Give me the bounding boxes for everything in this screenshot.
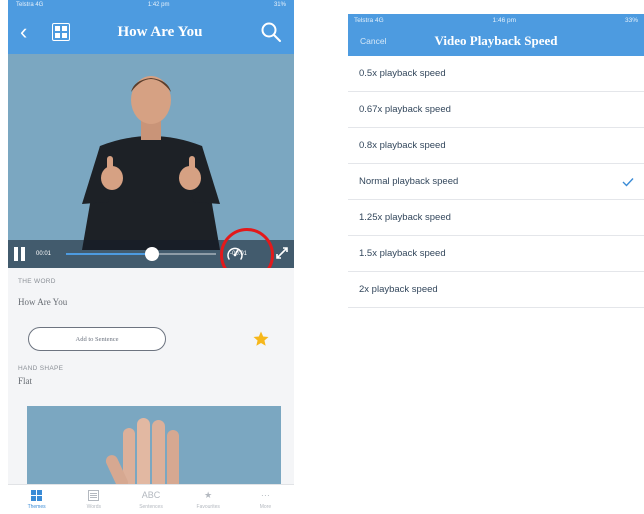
speed-option-label: 2x playback speed [359,284,438,295]
speed-option-selected[interactable]: Normal playback speed [348,164,644,200]
speed-option[interactable]: 0.8x playback speed [348,128,644,164]
tab-label: Sentences [139,503,163,510]
speed-option-label: 0.67x playback speed [359,104,451,115]
speed-option[interactable]: 1.25x playback speed [348,200,644,236]
speed-option[interactable]: 0.5x playback speed [348,56,644,92]
flat-hand-figure [27,406,281,486]
app-logo-icon [52,23,70,41]
add-to-sentence-button[interactable]: Add to Sentence [28,327,166,351]
header: Telstra 4G 1:42 pm 31% ‹ How Are You [8,0,294,54]
word-section-label: THE WORD [18,278,56,285]
word-value: How Are You [18,297,68,307]
speed-option[interactable]: 2x playback speed [348,272,644,308]
tab-words[interactable]: Words [65,485,122,514]
speed-option-label: Normal playback speed [359,176,459,187]
current-time: 00:01 [36,251,52,257]
tab-sentences[interactable]: ABC Sentences [122,485,179,514]
status-time: 1:46 pm [492,16,517,24]
speed-option[interactable]: 1.5x playback speed [348,236,644,272]
more-icon: ··· [260,489,270,500]
screenshot-canvas: Telstra 4G 1:42 pm 31% ‹ How Are You 00:… [0,0,644,514]
list-icon [88,489,100,501]
speed-option-label: 1.25x playback speed [359,212,451,223]
tab-themes[interactable]: Themes [8,485,65,514]
status-battery: 33% [624,16,638,24]
back-chevron-icon[interactable]: ‹ [20,19,42,45]
checkmark-icon [622,177,634,187]
status-bar: Telstra 4G 1:42 pm 31% [8,0,294,10]
video-scrubber[interactable] [66,247,216,261]
abc-icon: ABC [141,489,161,500]
hand-shape-image [27,406,281,486]
nav-bar: ‹ How Are You [8,10,294,54]
sign-video-player[interactable]: 00:01 -00:01 [8,54,294,268]
hand-shape-value: Flat [18,376,33,386]
tab-label: Favourites [196,503,220,510]
fullscreen-icon[interactable] [274,245,290,261]
speed-option-label: 0.8x playback speed [359,140,446,151]
tab-more[interactable]: ··· More [237,485,294,514]
tab-label: More [259,503,272,510]
speed-header: Telstra 4G 1:46 pm 33% Cancel Video Play… [348,14,644,56]
status-carrier: Telstra 4G [354,16,384,24]
page-title: Video Playback Speed [434,33,558,48]
hand-shape-label: HAND SHAPE [18,365,64,372]
tab-bar: Themes Words ABC Sentences ★ Favourites … [8,484,294,514]
status-time: 1:42 pm [147,2,170,8]
speed-option-label: 0.5x playback speed [359,68,446,79]
search-icon[interactable] [260,21,282,43]
word-details: THE WORD How Are You Add to Sentence HAN… [8,268,294,386]
speed-option[interactable]: 0.67x playback speed [348,92,644,128]
cancel-button[interactable]: Cancel [360,36,386,46]
word-detail-screen: Telstra 4G 1:42 pm 31% ‹ How Are You 00:… [8,0,294,514]
speed-options-list: 0.5x playback speed 0.67x playback speed… [348,56,644,308]
grid-icon [31,489,43,501]
tab-label: Themes [27,503,46,510]
page-title: How Are You [117,23,203,40]
tab-favourites[interactable]: ★ Favourites [180,485,237,514]
status-battery: 31% [273,2,286,8]
scrubber-progress [66,253,152,255]
playback-speed-screen: Telstra 4G 1:46 pm 33% Cancel Video Play… [348,14,644,324]
status-carrier: Telstra 4G [16,2,44,8]
pause-icon[interactable] [14,247,26,261]
favorite-star-icon[interactable] [252,330,270,348]
nav-bar: Cancel Video Playback Speed [348,26,644,56]
tab-label: Words [86,503,101,510]
action-row: Add to Sentence [18,327,284,351]
scrubber-knob[interactable] [144,247,159,261]
status-bar: Telstra 4G 1:46 pm 33% [348,14,644,26]
video-controls: 00:01 -00:01 [8,228,294,268]
star-icon: ★ [204,489,213,500]
speed-option-label: 1.5x playback speed [359,248,446,259]
